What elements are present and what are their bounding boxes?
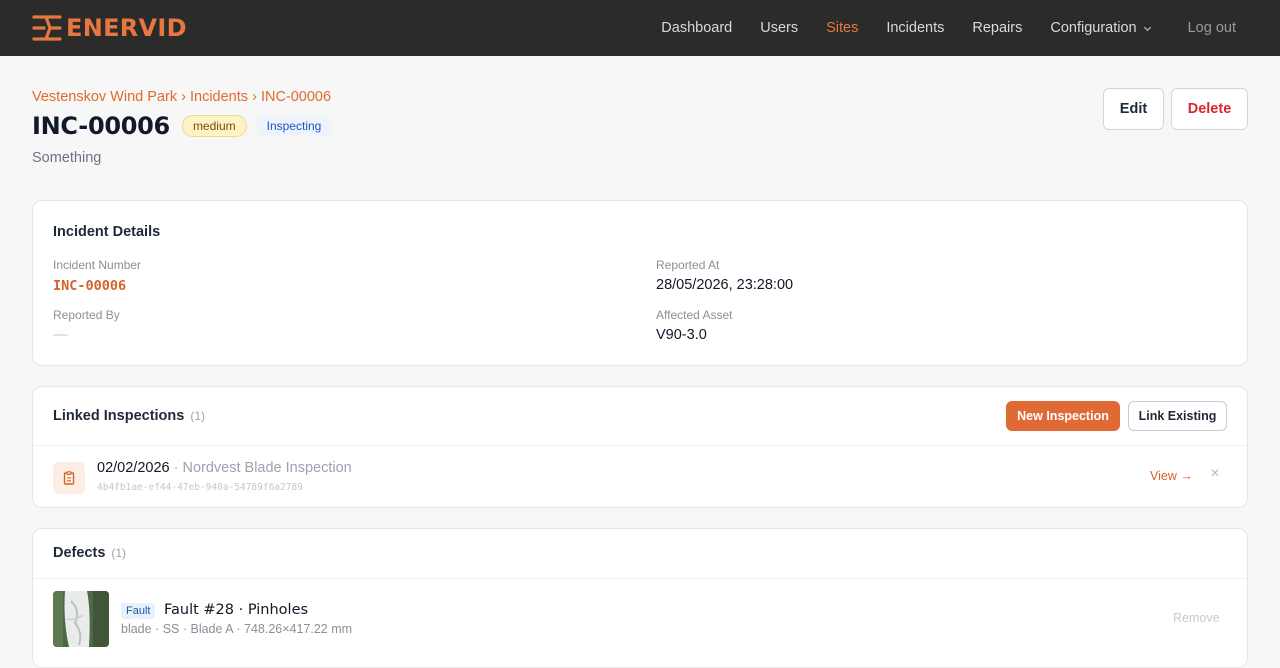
breadcrumb-incidents[interactable]: Incidents — [190, 89, 248, 105]
count-badge: (1) — [111, 546, 127, 560]
breadcrumb-current[interactable]: INC-00006 — [261, 89, 331, 105]
severity-badge: medium — [181, 115, 247, 137]
defects-card: Defects (1) Fault Fault #28 · Pinholes bl… — [32, 528, 1248, 668]
count-badge: (1) — [190, 409, 206, 423]
nav-link-incidents[interactable]: Incidents — [886, 20, 944, 36]
inspection-id: 4b4fb1ae-ef44-47eb-940a-54789f6a2789 — [97, 482, 303, 493]
inspection-title: 02/02/2026 · Nordvest Blade Inspection — [97, 460, 352, 476]
edit-button[interactable]: Edit — [1103, 88, 1164, 130]
unlink-close-icon[interactable]: × — [1208, 466, 1222, 482]
field-label: Reported At — [656, 258, 720, 272]
nav-dropdown-configuration[interactable]: Configuration — [1050, 20, 1151, 36]
divider — [33, 445, 1247, 446]
defect-meta: blade · SS · Blade A · 748.26×417.22 mm — [121, 622, 353, 636]
nav-link-sites[interactable]: Sites — [826, 20, 858, 36]
breadcrumb-separator: › — [181, 89, 186, 105]
divider — [33, 578, 1247, 579]
card-title-text: Linked Inspections — [53, 408, 185, 424]
incident-details-card: Incident Details Incident Number INC-000… — [32, 200, 1248, 366]
breadcrumb: Vestenskov Wind Park › Incidents › INC-0… — [32, 89, 331, 105]
breadcrumb-separator: › — [252, 89, 257, 105]
title-row: INC-00006 medium Inspecting — [32, 112, 332, 140]
fault-tag: Fault — [121, 603, 156, 619]
incident-description: Something — [32, 150, 102, 166]
card-title: Defects (1) — [53, 545, 126, 561]
remove-defect-button[interactable]: Remove — [1173, 611, 1220, 625]
brand-name: ENERVID — [66, 14, 187, 42]
new-inspection-button[interactable]: New Inspection — [1006, 401, 1120, 431]
enervid-logo-icon — [32, 15, 62, 41]
defect-thumbnail[interactable] — [53, 591, 109, 647]
nav-link-dashboard[interactable]: Dashboard — [661, 20, 732, 36]
card-title: Incident Details — [53, 224, 161, 240]
field-label: Incident Number — [53, 258, 142, 272]
link-existing-button[interactable]: Link Existing — [1128, 401, 1227, 431]
nav-dropdown-label: Configuration — [1050, 20, 1137, 36]
chevron-down-icon — [1143, 26, 1151, 31]
nav-link-users[interactable]: Users — [760, 20, 798, 36]
card-title: Linked Inspections (1) — [53, 408, 205, 424]
card-title-text: Defects — [53, 545, 106, 561]
status-badge: Inspecting — [256, 116, 332, 136]
top-nav: ENERVID Dashboard Users Sites Incidents … — [0, 0, 1280, 56]
defect-title[interactable]: Fault #28 · Pinholes — [164, 602, 308, 618]
nav-link-repairs[interactable]: Repairs — [972, 20, 1022, 36]
clipboard-icon — [53, 462, 85, 494]
inspection-date: 02/02/2026 — [97, 460, 170, 476]
nav-links: Dashboard Users Sites Incidents Repairs … — [661, 0, 1280, 56]
field-label: Reported By — [53, 308, 120, 322]
linked-inspections-card: Linked Inspections (1) New Inspection Lin… — [32, 386, 1248, 508]
incident-number-value: INC-00006 — [53, 278, 127, 294]
logout-link[interactable]: Log out — [1188, 20, 1236, 36]
brand-logo[interactable]: ENERVID — [32, 14, 187, 42]
affected-asset-value: V90-3.0 — [656, 327, 707, 343]
breadcrumb-site[interactable]: Vestenskov Wind Park — [32, 89, 177, 105]
field-label: Affected Asset — [656, 308, 733, 322]
inspection-separator: · — [173, 460, 179, 476]
delete-button[interactable]: Delete — [1171, 88, 1248, 130]
page-title: INC-00006 — [32, 112, 170, 140]
view-inspection-link[interactable]: View → — [1150, 469, 1193, 483]
reported-at-value: 28/05/2026, 23:28:00 — [656, 277, 794, 293]
inspection-name: Nordvest Blade Inspection — [182, 460, 352, 476]
reported-by-value: — — [53, 327, 68, 343]
